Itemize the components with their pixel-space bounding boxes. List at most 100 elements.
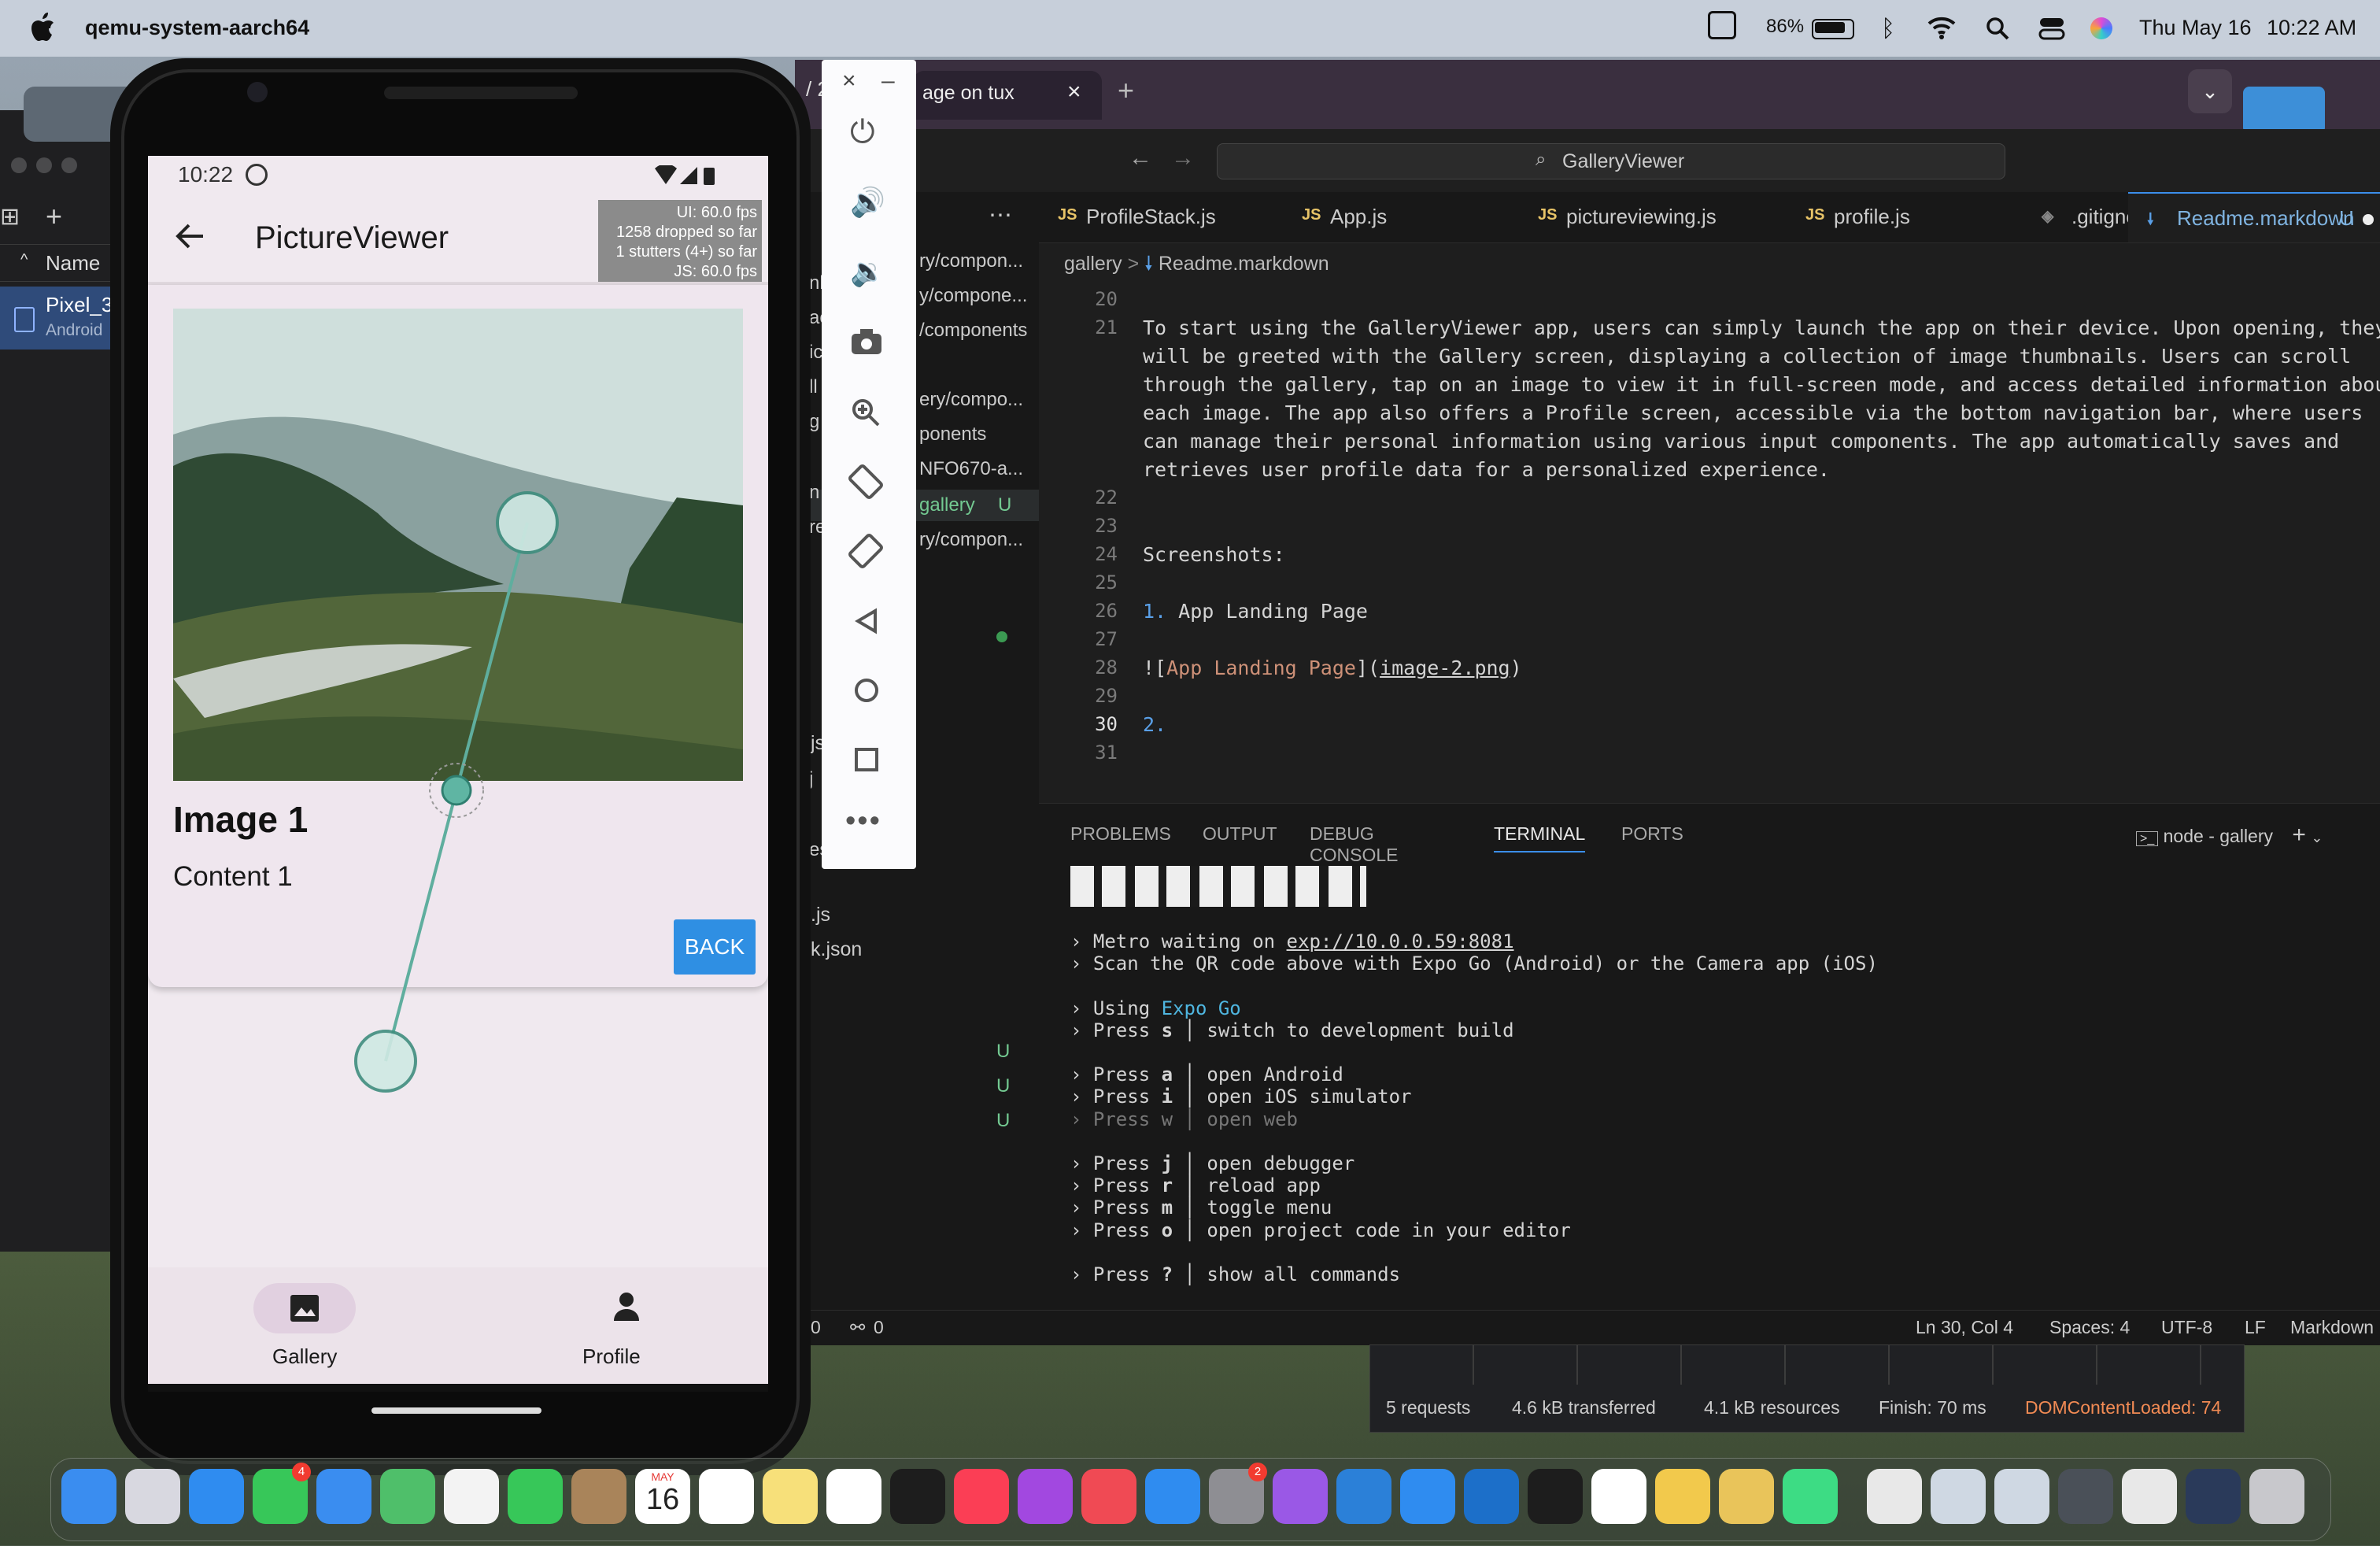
- code-line[interactable]: 30 2.: [1039, 710, 2380, 738]
- editor-tab-app-js[interactable]: JS App.js: [1283, 192, 1519, 242]
- active-app-name[interactable]: qemu-system-aarch64: [85, 16, 309, 40]
- menu-time[interactable]: 10:22 AM: [2267, 16, 2356, 40]
- editor-tab-profilestack-js[interactable]: JS ProfileStack.js: [1039, 192, 1283, 242]
- maps-icon[interactable]: [380, 1469, 435, 1524]
- add-terminal-icon[interactable]: +: [2292, 822, 2306, 848]
- panel-tab-output[interactable]: OUTPUT: [1203, 823, 1277, 845]
- chevron-down-icon[interactable]: ⌄: [2311, 830, 2323, 845]
- forward-arrow-icon[interactable]: →: [1171, 145, 1195, 172]
- code-line[interactable]: 26 1. App Landing Page: [1039, 597, 2380, 625]
- status-errors[interactable]: 0: [811, 1317, 821, 1338]
- code-line[interactable]: 29: [1039, 682, 2380, 710]
- editor-tab-profile-js[interactable]: JS profile.js: [1787, 192, 2023, 242]
- back-arrow-icon[interactable]: ←: [1129, 145, 1152, 172]
- code-line[interactable]: retrieves user profile data for a person…: [1039, 455, 2380, 483]
- close-tab-icon[interactable]: ×: [1067, 79, 1081, 105]
- code-line[interactable]: 22: [1039, 483, 2380, 512]
- apple-icon[interactable]: [30, 13, 55, 43]
- more-options-icon[interactable]: •••: [845, 804, 881, 838]
- code-line[interactable]: 28 ![App Landing Page](image-2.png): [1039, 653, 2380, 682]
- window-thumb-2[interactable]: [1994, 1469, 2049, 1524]
- unsaved-dot-icon[interactable]: [2363, 214, 2374, 225]
- browser-tab[interactable]: age on tux ×: [913, 71, 1102, 120]
- status-eol[interactable]: LF: [2245, 1317, 2266, 1338]
- siri-icon[interactable]: [2090, 17, 2112, 39]
- status-spaces[interactable]: Spaces: 4: [2049, 1317, 2130, 1338]
- more-icon[interactable]: ⋯: [989, 202, 1012, 229]
- code-line[interactable]: 23: [1039, 512, 2380, 540]
- volume-down-icon[interactable]: 🔉: [850, 255, 885, 288]
- photos-icon[interactable]: [444, 1469, 499, 1524]
- window-thumb-4[interactable]: [2122, 1469, 2177, 1524]
- code-line[interactable]: through the gallery, tap on an image to …: [1039, 370, 2380, 398]
- wifi-icon[interactable]: [1927, 16, 1957, 39]
- battery-icon[interactable]: [1812, 19, 1854, 39]
- volume-up-icon[interactable]: 🔊: [850, 186, 885, 219]
- tv-icon[interactable]: [890, 1469, 945, 1524]
- bluetooth-icon[interactable]: ᛒ: [1881, 16, 1895, 43]
- mail-icon[interactable]: [316, 1469, 371, 1524]
- menu-date[interactable]: Thu May 16: [2139, 16, 2252, 40]
- code-line[interactable]: will be greeted with the Gallery screen,…: [1039, 342, 2380, 370]
- panel-tab-debug-console[interactable]: DEBUG CONSOLE: [1310, 823, 1398, 866]
- freeform-icon[interactable]: [826, 1469, 881, 1524]
- camera-icon[interactable]: [850, 327, 883, 356]
- nav-label-profile[interactable]: Profile: [582, 1344, 641, 1369]
- control-center-icon[interactable]: [2038, 16, 2065, 41]
- window-thumb-3[interactable]: [2058, 1469, 2113, 1524]
- minimize-window-icon[interactable]: [36, 157, 52, 173]
- contacts-icon[interactable]: [571, 1469, 626, 1524]
- status-encoding[interactable]: UTF-8: [2161, 1317, 2212, 1338]
- system-settings-icon[interactable]: 2: [1209, 1463, 1267, 1524]
- power-icon[interactable]: ⏻: [850, 115, 875, 150]
- overview-nav-icon[interactable]: [853, 746, 880, 773]
- rotate-right-icon[interactable]: [847, 532, 885, 570]
- command-search[interactable]: ⌕ GalleryViewer: [1217, 143, 2005, 179]
- nav-label-gallery[interactable]: Gallery: [272, 1344, 337, 1369]
- status-cursor-pos[interactable]: Ln 30, Col 4: [1916, 1317, 2013, 1338]
- calendar-icon[interactable]: MAY 16: [635, 1469, 690, 1524]
- nav-item-gallery[interactable]: [253, 1283, 356, 1333]
- gesture-bar[interactable]: [371, 1407, 541, 1414]
- code-line[interactable]: 31: [1039, 738, 2380, 767]
- database-icon[interactable]: [1719, 1469, 1774, 1524]
- launchpad-icon[interactable]: [125, 1469, 180, 1524]
- code-line[interactable]: 25: [1039, 568, 2380, 597]
- close-window-icon[interactable]: [11, 157, 27, 173]
- facetime-icon[interactable]: [508, 1469, 563, 1524]
- status-language[interactable]: Markdown: [2290, 1317, 2374, 1338]
- finder-icon[interactable]: [61, 1469, 116, 1524]
- terminal-selector[interactable]: >_ node - gallery + ⌄: [2136, 822, 2323, 849]
- ports-icon[interactable]: ⚯: [850, 1317, 865, 1338]
- spotlight-search-icon[interactable]: [1985, 16, 2010, 41]
- code-line[interactable]: 20: [1039, 285, 2380, 313]
- code-line[interactable]: 24 Screenshots:: [1039, 540, 2380, 568]
- chrome-icon[interactable]: [1591, 1469, 1646, 1524]
- vscode-icon[interactable]: [1336, 1469, 1391, 1524]
- code-line[interactable]: can manage their personal information us…: [1039, 427, 2380, 455]
- music-icon[interactable]: [954, 1469, 1009, 1524]
- name-column-header[interactable]: ^ Name: [0, 244, 126, 282]
- explorer-file[interactable]: .js: [811, 904, 830, 926]
- panel-tab-problems[interactable]: PROBLEMS: [1070, 823, 1171, 845]
- window-thumb-1[interactable]: [1931, 1469, 1986, 1524]
- explorer-file[interactable]: k.json: [811, 938, 862, 961]
- explorer-fragment[interactable]: n: [809, 482, 819, 504]
- close-emulator-icon[interactable]: ×: [842, 68, 856, 94]
- document-icon[interactable]: [1867, 1469, 1922, 1524]
- editor-tab--gitignore[interactable]: ◈ .gitignore: [2023, 192, 2156, 242]
- explorer-fragment[interactable]: ic: [809, 342, 822, 364]
- podcasts-icon[interactable]: [1018, 1469, 1073, 1524]
- editor-tab-readme-markdown[interactable]: 🠗 Readme.markdown U: [2128, 192, 2380, 242]
- outlook-icon[interactable]: [1464, 1469, 1519, 1524]
- zoom-window-icon[interactable]: [61, 157, 77, 173]
- terminal-icon[interactable]: [1528, 1469, 1583, 1524]
- person-icon[interactable]: [612, 1291, 641, 1322]
- add-icon[interactable]: +: [46, 200, 62, 233]
- rotate-left-icon[interactable]: [847, 463, 885, 501]
- trash-icon[interactable]: [2249, 1469, 2304, 1524]
- xcode-icon[interactable]: [1400, 1469, 1455, 1524]
- news-icon[interactable]: [1081, 1469, 1136, 1524]
- minimize-emulator-icon[interactable]: –: [881, 68, 895, 94]
- zoom-icon[interactable]: [850, 397, 881, 428]
